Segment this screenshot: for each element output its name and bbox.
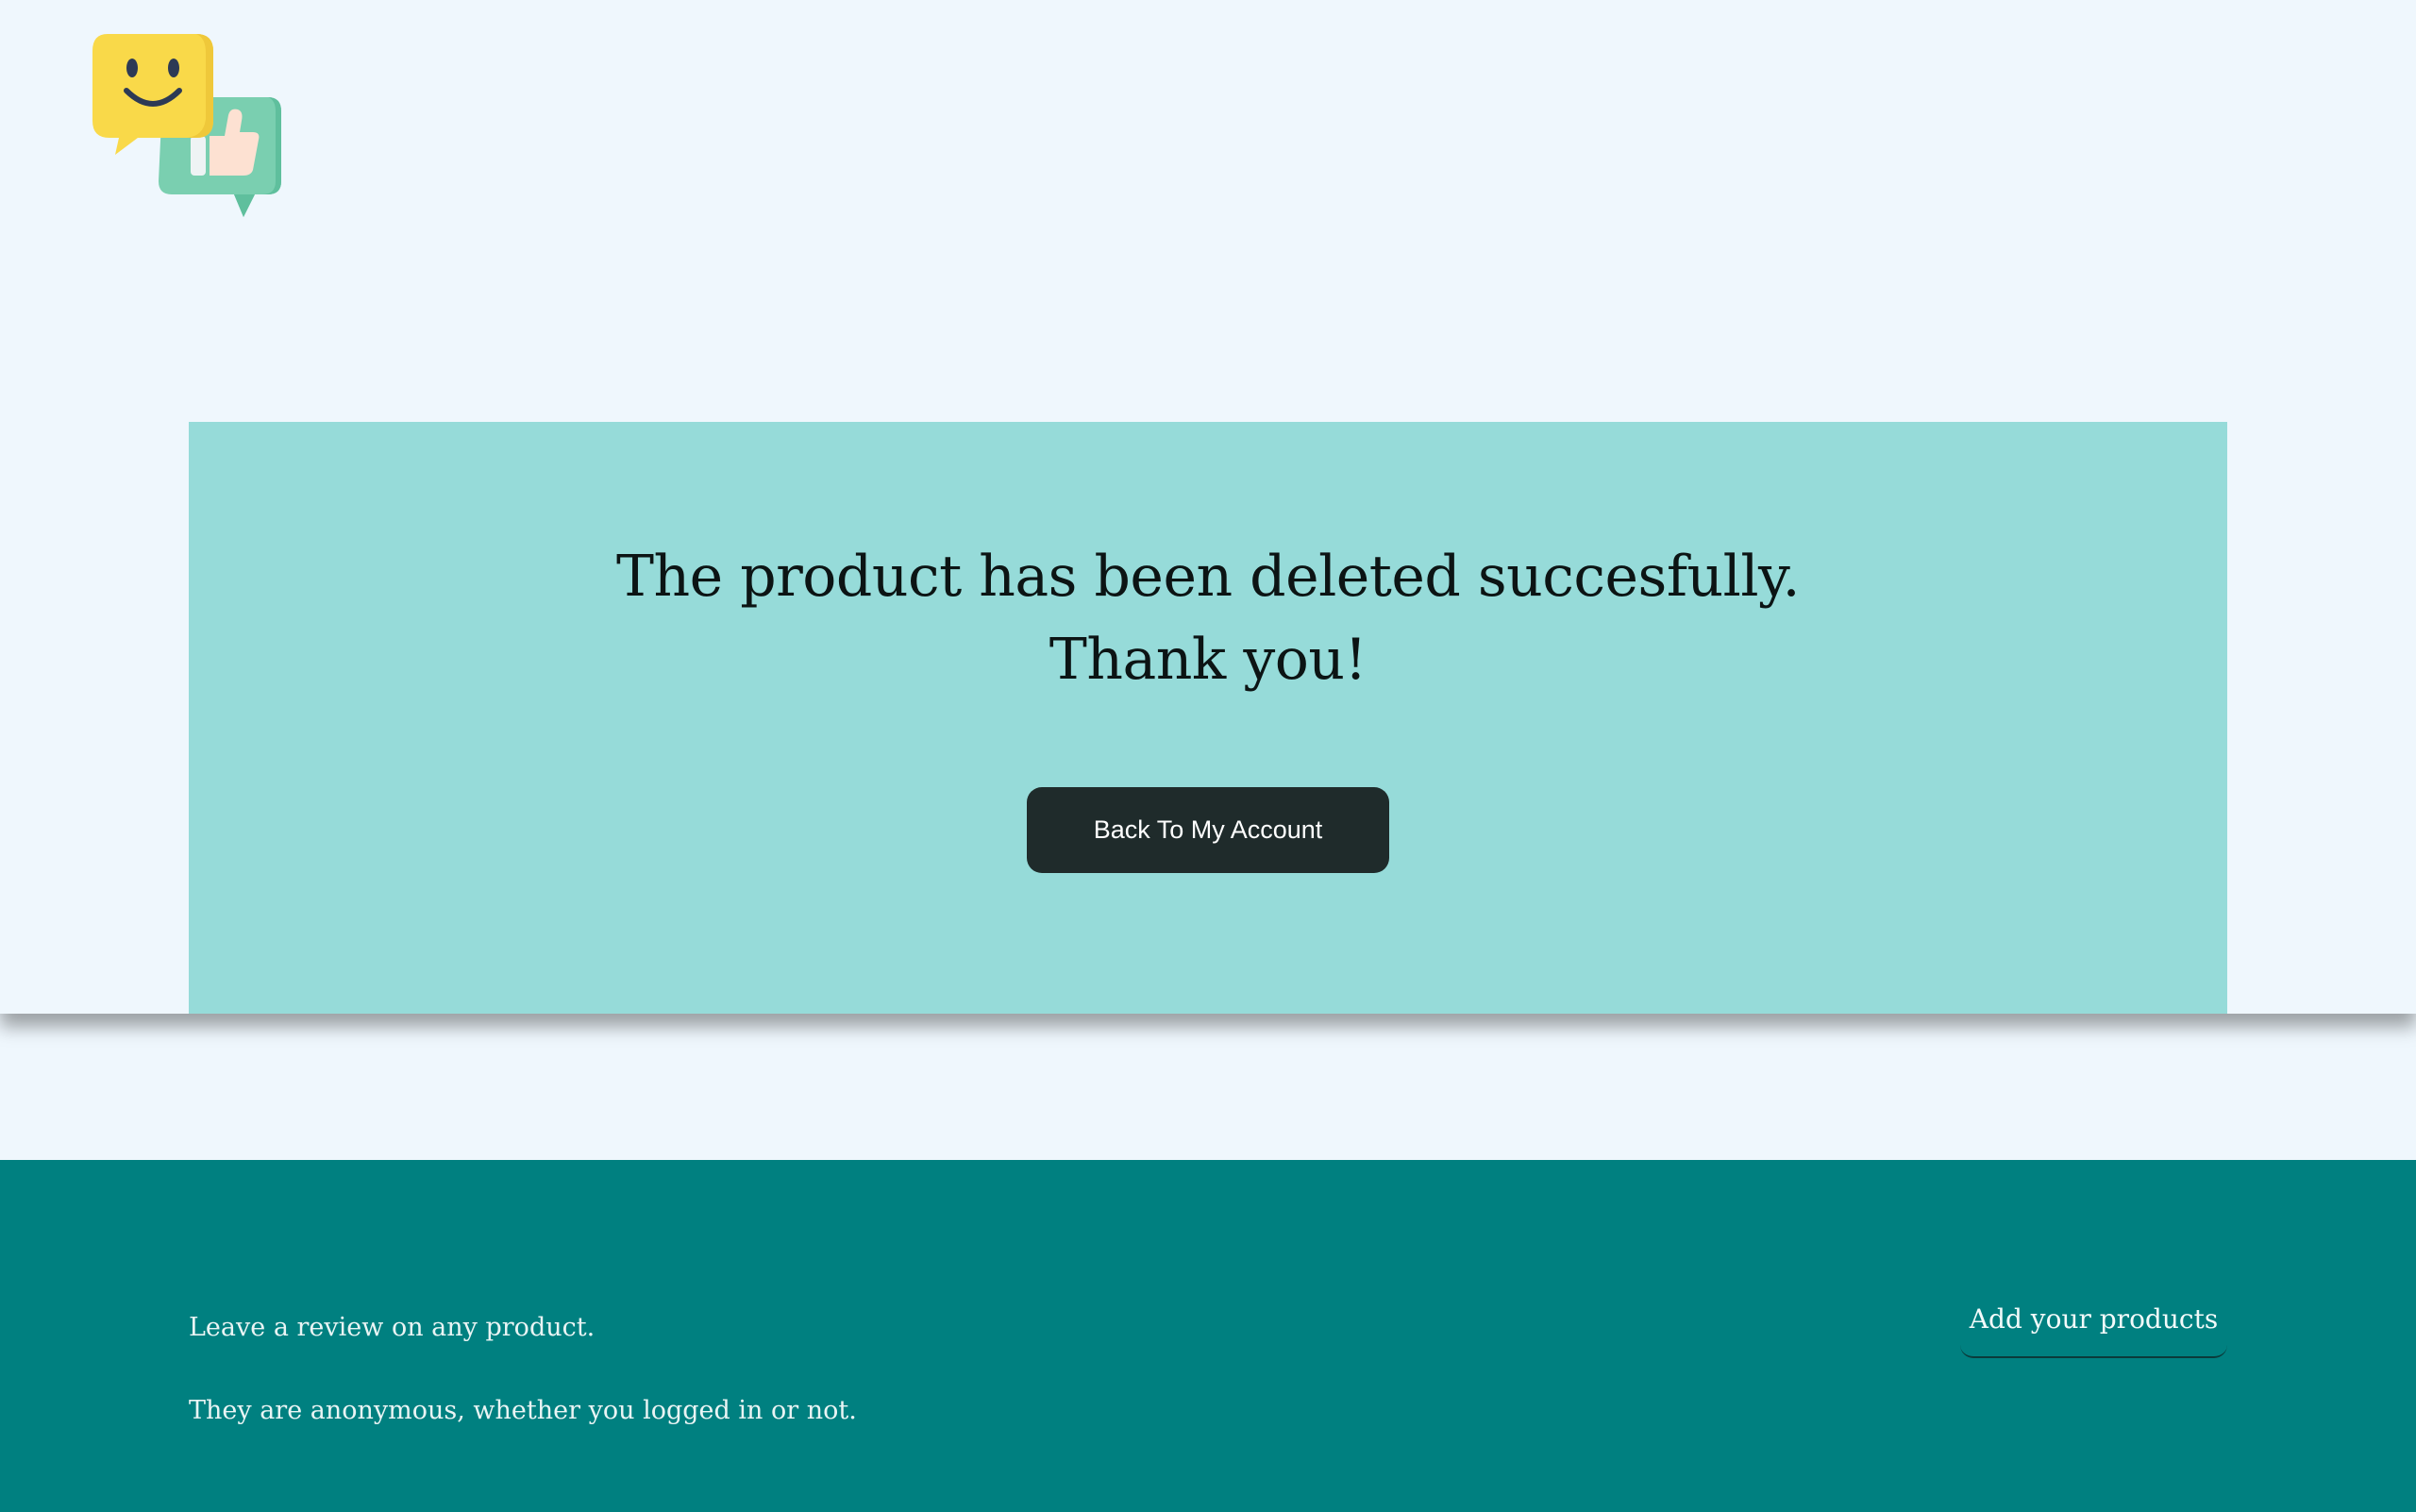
confirmation-line-2: Thank you!: [1049, 627, 1367, 693]
confirmation-message: The product has been deleted succesfully…: [189, 535, 2227, 701]
add-products-link[interactable]: Add your products: [1960, 1283, 2227, 1358]
confirmation-card: The product has been deleted succesfully…: [189, 422, 2227, 1014]
footer-text-anonymous: They are anonymous, whether you logged i…: [189, 1396, 857, 1425]
page: The product has been deleted succesfully…: [0, 0, 2416, 1512]
confirmation-line-1: The product has been deleted succesfully…: [615, 544, 1801, 610]
footer: Leave a review on any product. They are …: [0, 1160, 2416, 1512]
footer-text-review: Leave a review on any product.: [189, 1313, 596, 1342]
main-section: The product has been deleted succesfully…: [0, 0, 2416, 1014]
chat-smiley-thumbs-up-icon: [92, 34, 281, 217]
back-to-account-button[interactable]: Back To My Account: [1027, 787, 1389, 873]
site-logo[interactable]: [92, 34, 287, 225]
